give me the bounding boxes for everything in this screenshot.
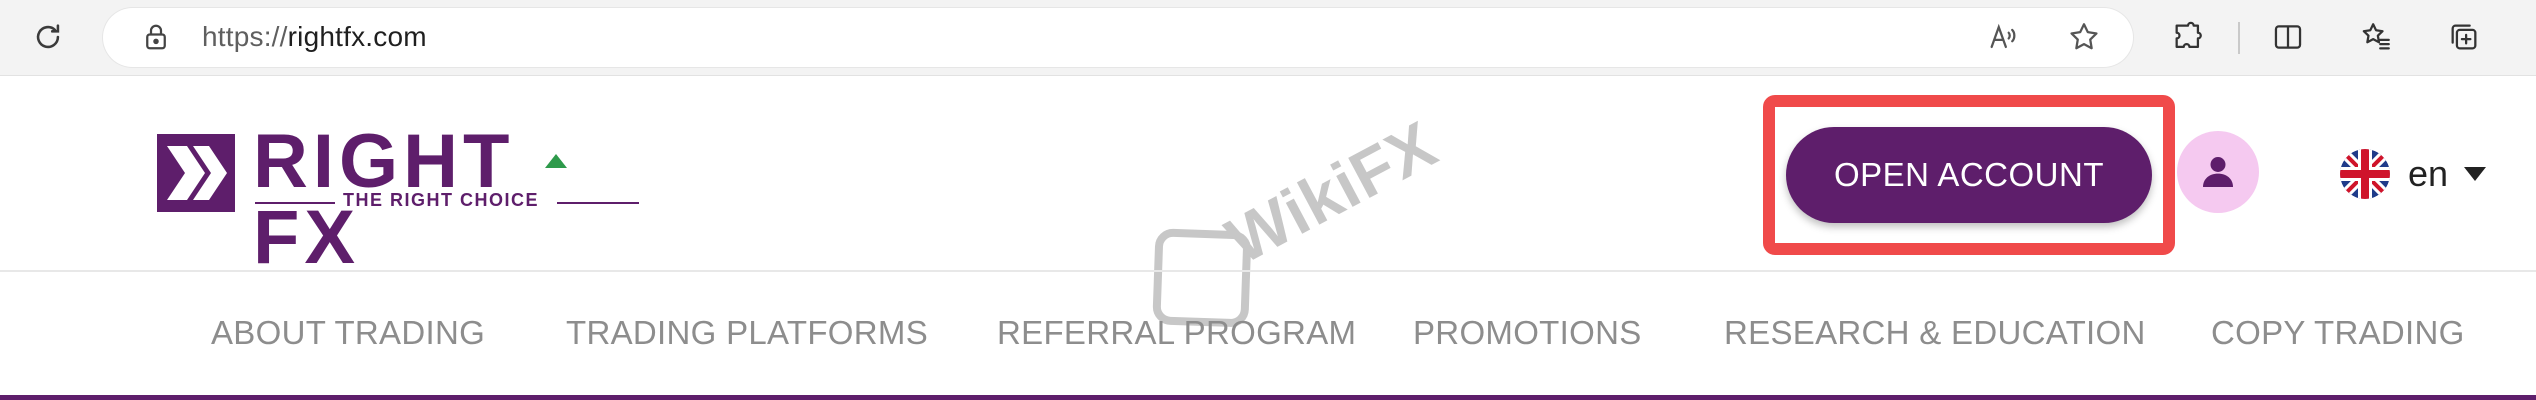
favorites-icon	[2362, 23, 2390, 50]
lock-icon	[146, 24, 166, 50]
collections-button[interactable]	[2438, 11, 2490, 63]
logo-mark-icon	[157, 134, 235, 212]
read-aloud-icon	[1990, 23, 2016, 49]
nav-copy-trading[interactable]: COPY TRADING	[2211, 314, 2465, 352]
tagline-rule-left	[255, 202, 335, 204]
reload-icon	[36, 24, 60, 49]
chevron-down-icon	[2464, 167, 2487, 181]
open-account-button[interactable]: OPEN ACCOUNT	[1786, 127, 2152, 223]
url-host: rightfx.com	[287, 21, 427, 52]
logo-tagline: THE RIGHT CHOICE	[343, 190, 540, 210]
user-icon	[2203, 157, 2233, 187]
extensions-icon	[2175, 21, 2202, 49]
split-screen-button[interactable]	[2262, 11, 2314, 63]
extensions-button[interactable]	[2162, 11, 2214, 63]
nav-about-trading[interactable]: ABOUT TRADING	[211, 314, 485, 352]
nav-bottom-border	[0, 395, 2536, 400]
add-favorite-button[interactable]	[2058, 11, 2110, 63]
language-selector[interactable]: en	[2340, 146, 2487, 202]
user-account-button[interactable]	[2177, 131, 2259, 213]
reload-button[interactable]	[22, 11, 74, 63]
language-label: en	[2408, 153, 2449, 194]
collections-icon	[2451, 24, 2477, 50]
url-protocol: https://	[202, 21, 288, 52]
url-text[interactable]: https://rightfx.com	[202, 21, 427, 53]
watermark-text: WikiFX	[1214, 106, 1449, 278]
nav-trading-platforms[interactable]: TRADING PLATFORMS	[566, 314, 928, 352]
header-divider	[0, 270, 2536, 272]
rightfx-logo[interactable]: RIGHT FX THE RIGHT CHOICE	[157, 124, 641, 276]
toolbar-divider	[2238, 22, 2240, 54]
split-screen-icon	[2274, 25, 2302, 49]
nav-promotions[interactable]: PROMOTIONS	[1413, 314, 1642, 352]
address-bar[interactable]: https://rightfx.com	[103, 8, 2133, 67]
favorites-button[interactable]	[2350, 11, 2402, 63]
read-aloud-button[interactable]	[1977, 11, 2029, 63]
tagline-rule-right	[557, 202, 639, 204]
nav-referral-program[interactable]: REFERRAL PROGRAM	[997, 314, 1356, 352]
uk-flag-icon	[2340, 149, 2390, 199]
nav-research-education[interactable]: RESEARCH & EDUCATION	[1724, 314, 2146, 352]
main-navigation: ABOUT TRADING TRADING PLATFORMS REFERRAL…	[0, 300, 2536, 370]
star-icon	[2070, 23, 2098, 50]
browser-toolbar: https://rightfx.com	[0, 0, 2536, 76]
logo-arrow-icon	[545, 154, 567, 168]
